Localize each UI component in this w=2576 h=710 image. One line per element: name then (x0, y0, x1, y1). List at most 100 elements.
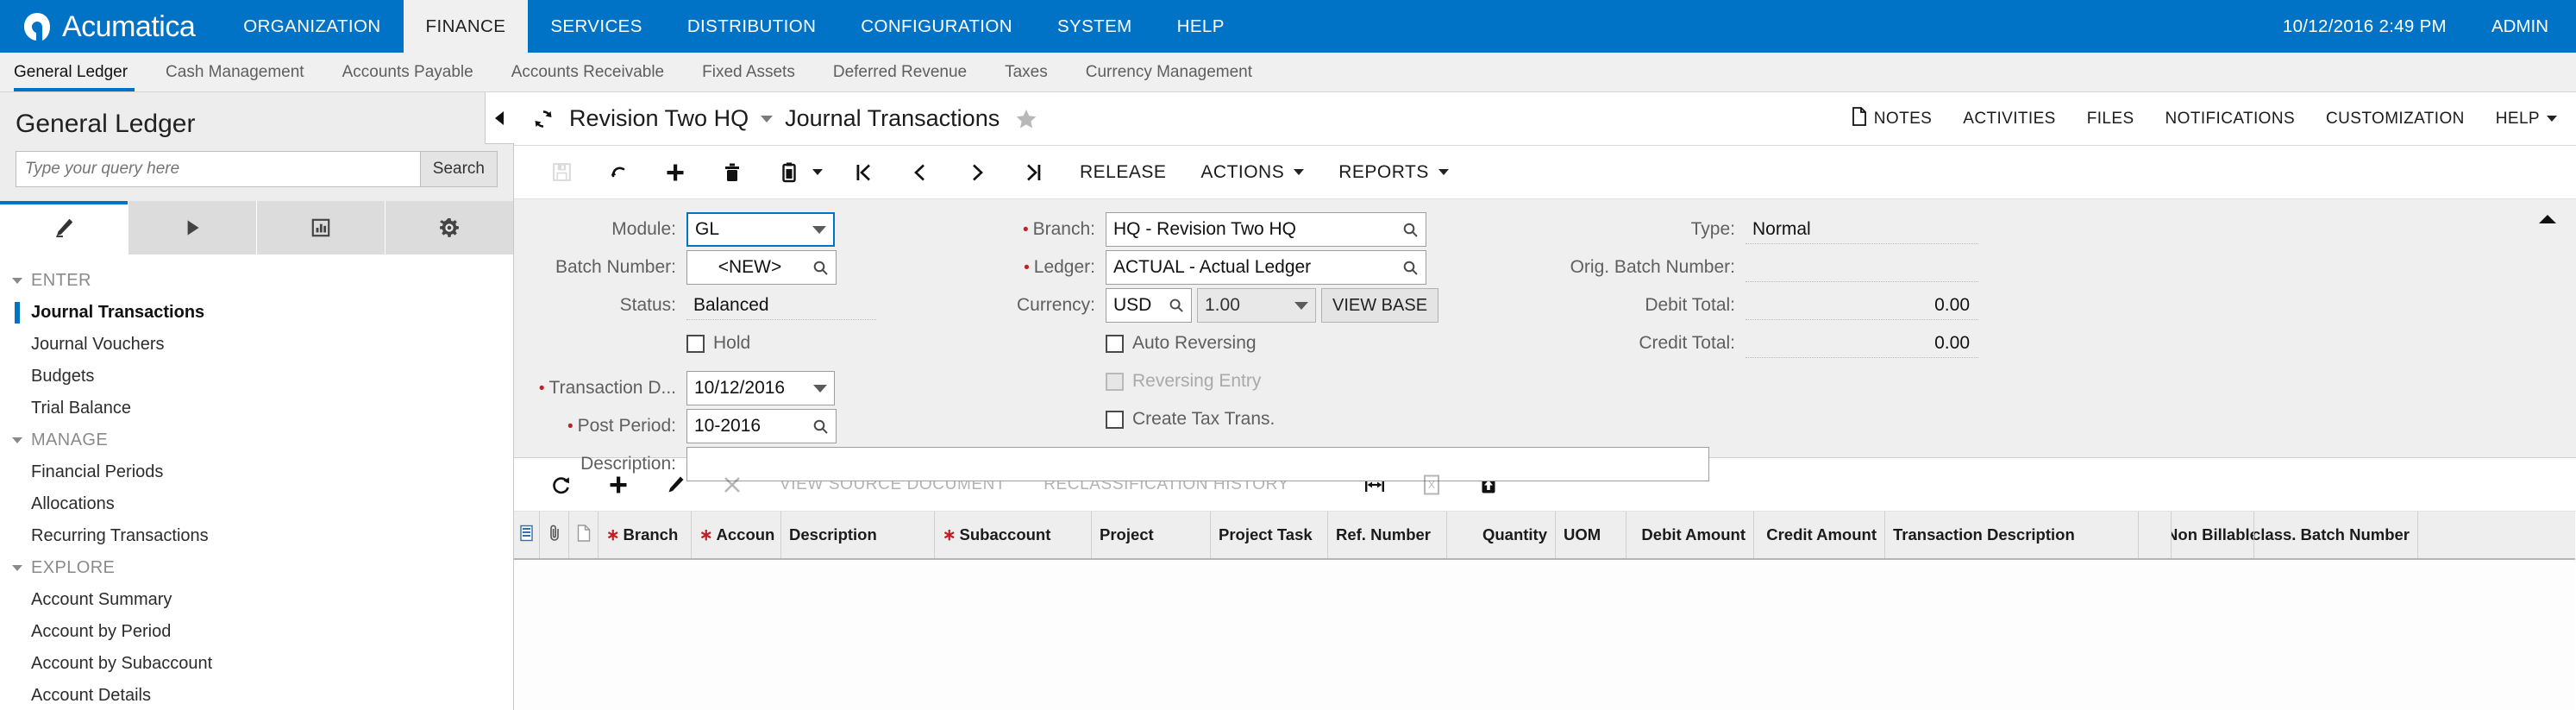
sidebar-collapse-button[interactable] (485, 92, 514, 144)
clipboard-menu-button[interactable] (761, 152, 835, 193)
module-tab-accounts-payable[interactable]: Accounts Payable (323, 53, 492, 91)
ledger-input[interactable]: ACTUAL - Actual Ledger (1106, 250, 1426, 285)
save-icon[interactable] (533, 152, 590, 193)
sidebar-group-explore[interactable]: EXPLORE (0, 552, 513, 584)
lookup-icon[interactable] (1402, 260, 1419, 276)
grid-column-paperclip[interactable] (540, 512, 569, 558)
main-nav-item-help[interactable]: HELP (1155, 0, 1247, 53)
grid-column-project[interactable]: Project (1092, 512, 1211, 558)
main-nav-item-system[interactable]: SYSTEM (1035, 0, 1155, 53)
sidebar-item-account-by-period[interactable]: Account by Period (0, 616, 513, 648)
sidebar-group-enter[interactable]: ENTER (0, 265, 513, 297)
first-icon[interactable] (835, 152, 892, 193)
next-icon[interactable] (949, 152, 1006, 193)
header-link-activities[interactable]: ACTIVITIES (1963, 110, 2055, 129)
module-tab-currency-management[interactable]: Currency Management (1067, 53, 1271, 91)
lookup-icon[interactable] (1402, 222, 1419, 238)
chevron-down-icon[interactable] (812, 169, 823, 175)
grid-column-reclass-batch-number[interactable]: Reclass. Batch Number (2254, 512, 2418, 558)
lookup-icon[interactable] (812, 418, 829, 435)
batch-number-input[interactable]: <NEW> (686, 250, 837, 285)
main-nav-item-services[interactable]: SERVICES (528, 0, 665, 53)
grid-column-blank-15[interactable] (2139, 512, 2172, 558)
add-icon[interactable] (647, 152, 704, 193)
auto-reversing-checkbox[interactable]: Auto Reversing (1106, 333, 1257, 354)
transaction-date-input[interactable]: 10/12/2016 (686, 371, 835, 405)
sidebar-item-recurring-transactions[interactable]: Recurring Transactions (0, 520, 513, 552)
brand-logo[interactable]: Acumatica (0, 0, 221, 53)
grid-column-debit-amount[interactable]: Debit Amount (1626, 512, 1754, 558)
sidebar-item-financial-periods[interactable]: Financial Periods (0, 456, 513, 488)
actions-menu-button[interactable]: ACTIONS (1183, 162, 1321, 183)
module-tab-deferred-revenue[interactable]: Deferred Revenue (814, 53, 986, 91)
header-link-help[interactable]: HELP (2496, 110, 2557, 129)
view-base-button[interactable]: VIEW BASE (1321, 288, 1439, 323)
sidebar-tab-play[interactable] (128, 201, 257, 254)
refresh-icon[interactable] (533, 109, 554, 129)
sidebar-item-account-summary[interactable]: Account Summary (0, 584, 513, 616)
grid-column-ref-number[interactable]: Ref. Number (1328, 512, 1447, 558)
main-nav-item-organization[interactable]: ORGANIZATION (221, 0, 403, 53)
header-link-customization[interactable]: CUSTOMIZATION (2326, 110, 2465, 129)
grid-column-note-page[interactable] (569, 512, 599, 558)
grid-column-subaccount[interactable]: ∗ Subaccount (935, 512, 1092, 558)
sidebar-group-manage[interactable]: MANAGE (0, 424, 513, 456)
hold-checkbox[interactable]: Hold (686, 333, 750, 354)
undo-icon[interactable] (590, 152, 647, 193)
delete-icon[interactable] (704, 152, 761, 193)
grid-column-description[interactable]: Description (781, 512, 935, 558)
lookup-icon[interactable] (812, 260, 829, 276)
chevron-down-icon[interactable] (761, 115, 774, 123)
module-tab-general-ledger[interactable]: General Ledger (0, 53, 147, 91)
grid-column-grid-settings[interactable] (514, 512, 540, 558)
create-tax-trans-checkbox[interactable]: Create Tax Trans. (1106, 409, 1275, 430)
sidebar-item-account-details[interactable]: Account Details (0, 680, 513, 710)
sidebar-item-journal-vouchers[interactable]: Journal Vouchers (0, 329, 513, 361)
grid-column-quantity[interactable]: Quantity (1447, 512, 1556, 558)
main-nav-item-finance[interactable]: FINANCE (403, 0, 529, 53)
sidebar-tab-pencil[interactable] (0, 201, 128, 254)
grid-column-project-task[interactable]: Project Task (1211, 512, 1328, 558)
header-link-notifications[interactable]: NOTIFICATIONS (2165, 110, 2296, 129)
grid-column-uom[interactable]: UOM (1556, 512, 1626, 558)
sidebar-tab-gear[interactable] (385, 201, 513, 254)
grid-column-branch[interactable]: ∗ Branch (599, 512, 692, 558)
clipboard-icon[interactable] (761, 152, 818, 193)
branch-input[interactable]: HQ - Revision Two HQ (1106, 212, 1426, 247)
grid-column-accoun[interactable]: ∗ Accoun (692, 512, 781, 558)
calendar-dropdown-icon[interactable] (813, 384, 827, 393)
main-nav-item-configuration[interactable]: CONFIGURATION (838, 0, 1035, 53)
user-menu[interactable]: ADMIN (2491, 16, 2548, 37)
module-tab-fixed-assets[interactable]: Fixed Assets (683, 53, 814, 91)
post-period-input[interactable]: 10-2016 (686, 409, 837, 443)
grid-body[interactable] (514, 560, 2575, 710)
module-select[interactable]: GL (686, 212, 835, 247)
breadcrumb-company[interactable]: Revision Two HQ (569, 105, 749, 132)
module-tab-accounts-receivable[interactable]: Accounts Receivable (492, 53, 683, 91)
reports-menu-button[interactable]: REPORTS (1321, 162, 1466, 183)
star-icon[interactable] (1015, 108, 1037, 130)
header-link-files[interactable]: FILES (2087, 110, 2134, 129)
module-tab-cash-management[interactable]: Cash Management (147, 53, 323, 91)
grid-column-non-billable[interactable]: Non Billable (2172, 512, 2254, 558)
currency-rate-select[interactable]: 1.00 (1197, 288, 1316, 323)
sidebar-item-journal-transactions[interactable]: Journal Transactions (0, 297, 513, 329)
sidebar-item-trial-balance[interactable]: Trial Balance (0, 393, 513, 424)
module-tab-taxes[interactable]: Taxes (986, 53, 1067, 91)
header-link-notes[interactable]: NOTES (1852, 106, 1932, 131)
delete-row-icon[interactable] (704, 464, 761, 506)
sidebar-item-allocations[interactable]: Allocations (0, 488, 513, 520)
sidebar-item-budgets[interactable]: Budgets (0, 361, 513, 393)
search-button[interactable]: Search (419, 152, 497, 186)
previous-icon[interactable] (892, 152, 949, 193)
lookup-icon[interactable] (1169, 298, 1184, 313)
grid-column-credit-amount[interactable]: Credit Amount (1754, 512, 1885, 558)
release-button[interactable]: RELEASE (1062, 162, 1183, 183)
sidebar-tab-bar-chart[interactable] (257, 201, 385, 254)
last-icon[interactable] (1006, 152, 1062, 193)
search-input[interactable] (16, 152, 420, 186)
main-nav-item-distribution[interactable]: DISTRIBUTION (665, 0, 838, 53)
grid-column-transaction-description[interactable]: Transaction Description (1885, 512, 2139, 558)
export-excel-icon[interactable]: X (1403, 464, 1460, 506)
sidebar-item-account-by-subaccount[interactable]: Account by Subaccount (0, 648, 513, 680)
